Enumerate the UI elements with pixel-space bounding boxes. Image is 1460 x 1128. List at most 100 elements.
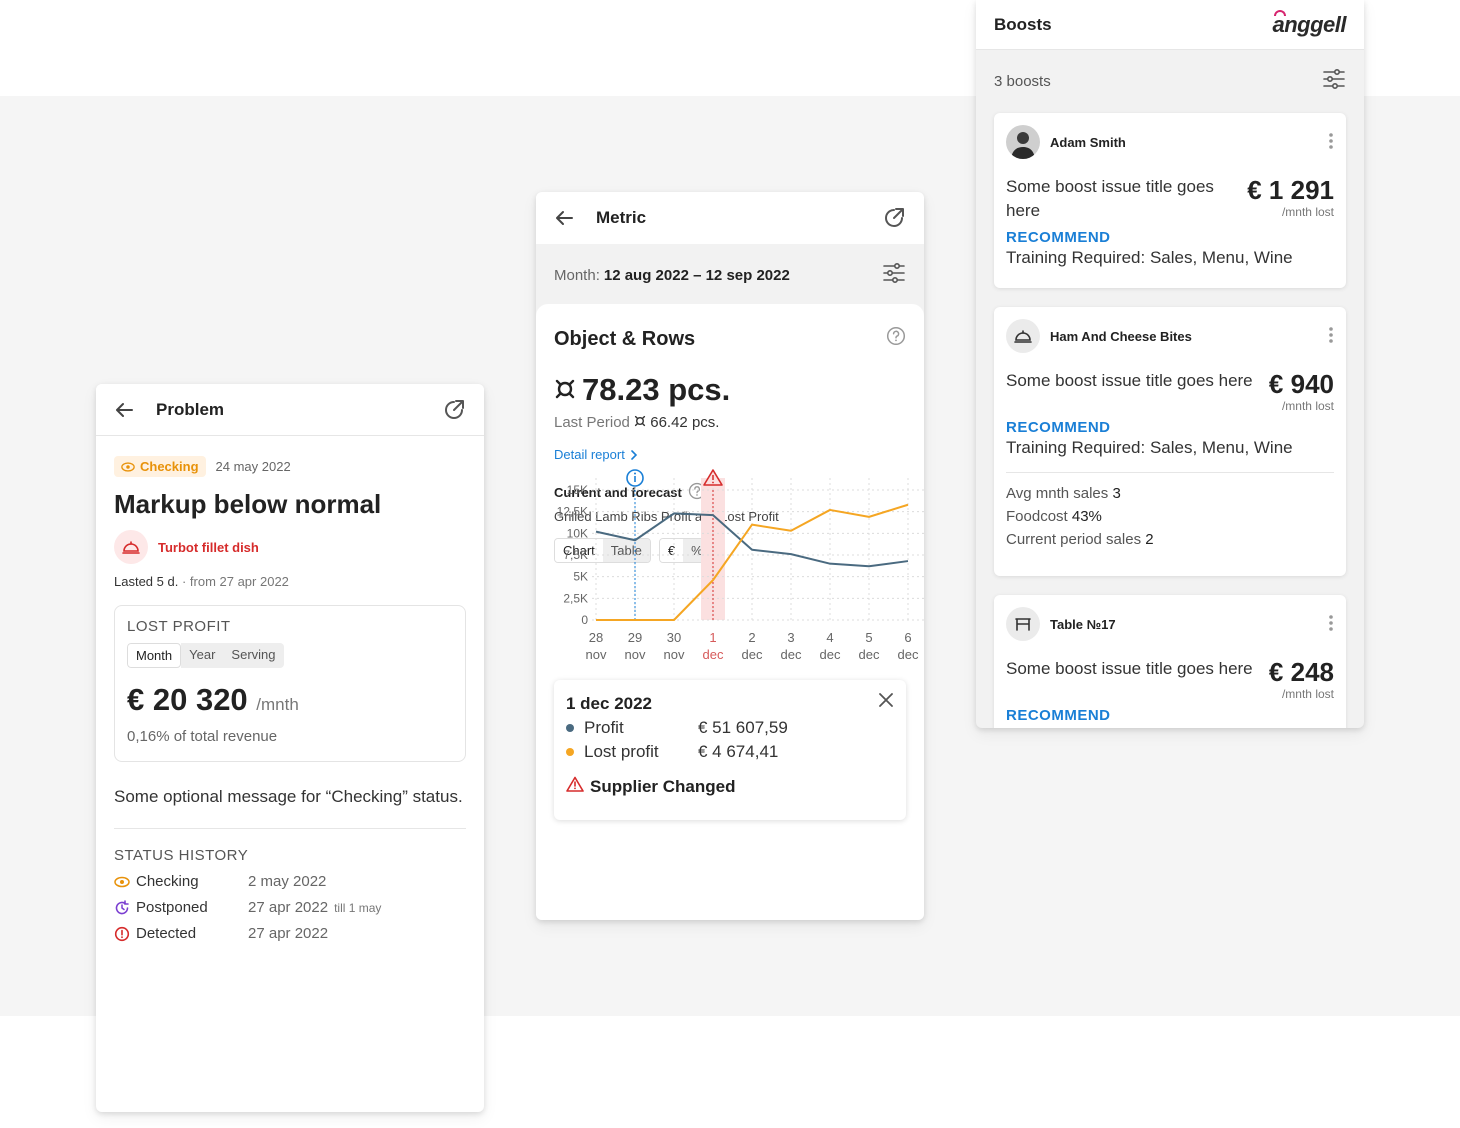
x-tick-label: 2	[748, 630, 755, 645]
divider	[1006, 472, 1334, 473]
metric-panel: Metric Month: 12 aug 2022 – 12 sep 2022 …	[536, 192, 924, 920]
last-period: Last Period 66.42 pcs.	[554, 414, 906, 431]
detail-report-label: Detail report	[554, 447, 625, 462]
metric-amount: 78.23 pcs.	[582, 372, 731, 407]
tooltip-series-value: € 4 674,41	[698, 742, 779, 761]
tooltip-row: Lost profit € 4 674,41	[566, 742, 894, 762]
period-serving[interactable]: Serving	[223, 643, 284, 668]
back-arrow-icon[interactable]	[114, 398, 138, 422]
boost-unit: /mnth lost	[1281, 205, 1334, 219]
filter-sliders-icon[interactable]	[1322, 68, 1346, 94]
x-tick-label: dec	[742, 647, 763, 662]
currency-sign-icon	[634, 414, 646, 431]
recommend-text: Training Required: Sales, Menu, Wine	[1006, 248, 1293, 267]
more-vertical-icon[interactable]	[1328, 614, 1334, 635]
table-icon	[1006, 607, 1040, 641]
x-tick-label: 28	[589, 630, 603, 645]
cloche-icon	[114, 530, 148, 564]
card-title: Object & Rows	[554, 327, 696, 350]
lost-profit-unit: /mnth	[256, 695, 299, 714]
more-vertical-icon[interactable]	[1328, 132, 1334, 153]
last-period-label: Last Period	[554, 414, 630, 431]
chart-tooltip: 1 dec 2022 Profit € 51 607,59 Lost profi…	[554, 680, 906, 820]
dish-name: Turbot fillet dish	[158, 539, 259, 555]
boost-card[interactable]: Table №17 Some boost issue title goes he…	[994, 595, 1346, 728]
y-tick-label: 5K	[573, 570, 588, 584]
boost-owner: Table №17	[1050, 616, 1116, 632]
series-dot	[566, 748, 574, 756]
x-tick-label: 4	[826, 630, 833, 645]
more-vertical-icon[interactable]	[1328, 326, 1334, 347]
history-date: 2 may 2022	[248, 873, 327, 890]
y-tick-label: 15K	[567, 483, 588, 497]
month-label: Month:	[554, 266, 600, 284]
history-date: 27 apr 2022	[248, 925, 329, 942]
tooltip-row: Profit € 51 607,59	[566, 718, 894, 738]
period-year[interactable]: Year	[181, 643, 224, 668]
boost-count-row: 3 boosts	[976, 50, 1364, 112]
back-arrow-icon[interactable]	[554, 206, 578, 230]
warning-icon-dot	[712, 481, 714, 484]
recommend-label: RECOMMEND	[1006, 229, 1111, 246]
lost-profit-value: € 20 320 /mnth	[127, 682, 453, 718]
close-icon[interactable]	[878, 692, 894, 713]
chevron-right-icon	[631, 449, 637, 460]
month-filter-row: Month: 12 aug 2022 – 12 sep 2022	[536, 244, 924, 306]
lost-profit-series-line	[596, 503, 909, 621]
recommend-text: Training Required: Sales, Menu, Wine	[1006, 438, 1293, 457]
stat-value: 3	[1112, 485, 1121, 502]
open-external-icon[interactable]	[442, 398, 466, 422]
profit-line-chart[interactable]: 0 2,5K 5K 7,5K 10K 12,5K 15K 28 nov 29 nov 30 nov 1 de…	[536, 462, 924, 672]
boosts-header: Boosts anggell	[976, 0, 1364, 50]
y-tick-label: 10K	[567, 526, 588, 540]
detail-report-link[interactable]: Detail report	[554, 447, 906, 462]
boost-card[interactable]: Adam Smith Some boost issue title goes h…	[994, 113, 1346, 288]
lost-profit-amount: € 20 320	[127, 682, 248, 717]
dish-link[interactable]: Turbot fillet dish	[114, 530, 466, 564]
problem-date: 24 may 2022	[215, 459, 291, 474]
y-tick-label: 12,5K	[557, 505, 588, 519]
boost-owner: Adam Smith	[1050, 134, 1126, 150]
x-tick-label: nov	[625, 647, 646, 662]
boosts-panel: Boosts anggell 3 boosts Adam Smith Some …	[976, 0, 1364, 728]
boost-card[interactable]: Ham And Cheese Bites Some boost issue ti…	[994, 307, 1346, 576]
boost-title: Some boost issue title goes here	[1006, 177, 1214, 220]
x-tick-label: 1	[709, 630, 716, 645]
x-tick-label: 3	[787, 630, 794, 645]
help-icon[interactable]	[886, 326, 906, 352]
tooltip-date: 1 dec 2022	[566, 694, 653, 713]
boost-amount: € 940	[1268, 369, 1334, 399]
history-row: Postponed 27 apr 2022 till 1 may	[114, 899, 466, 916]
x-tick-label: dec	[898, 647, 919, 662]
x-tick-label: dec	[820, 647, 841, 662]
boost-unit: /mnth lost	[1281, 399, 1334, 413]
period-toggle: Month Year Serving	[127, 643, 284, 668]
last-period-value: 66.42 pcs.	[650, 414, 720, 431]
history-status: Checking	[136, 873, 199, 890]
filter-sliders-icon[interactable]	[882, 262, 906, 288]
stat-row: Avg mnth sales 3	[1006, 485, 1334, 502]
history-status: Detected	[136, 925, 197, 942]
postpone-clock-icon	[114, 899, 130, 916]
stat-value: 2	[1145, 531, 1154, 548]
avatar	[1006, 125, 1040, 159]
status-message: Some optional message for “Checking” sta…	[114, 787, 463, 806]
stat-label: Foodcost	[1006, 508, 1068, 525]
metric-header: Metric	[536, 192, 924, 244]
currency-sign-icon	[554, 372, 576, 408]
page-title: Boosts	[994, 14, 1052, 34]
y-tick-label: 7,5K	[563, 548, 588, 562]
month-value[interactable]: 12 aug 2022 – 12 sep 2022	[604, 267, 790, 284]
open-external-icon[interactable]	[882, 206, 906, 230]
page-title: Metric	[596, 208, 647, 227]
period-month[interactable]: Month	[127, 643, 182, 668]
x-tick-label: 5	[865, 630, 872, 645]
boost-amount: € 1 291	[1247, 175, 1334, 205]
boost-title: Some boost issue title goes here	[1006, 371, 1253, 390]
history-till: till 1 may	[334, 900, 382, 915]
status-badge-label: Checking	[140, 459, 199, 474]
x-tick-label: 29	[628, 630, 642, 645]
metric-value: 78.23 pcs.	[554, 372, 906, 408]
x-tick-label: 6	[904, 630, 911, 645]
status-history-label: STATUS HISTORY	[114, 847, 249, 864]
